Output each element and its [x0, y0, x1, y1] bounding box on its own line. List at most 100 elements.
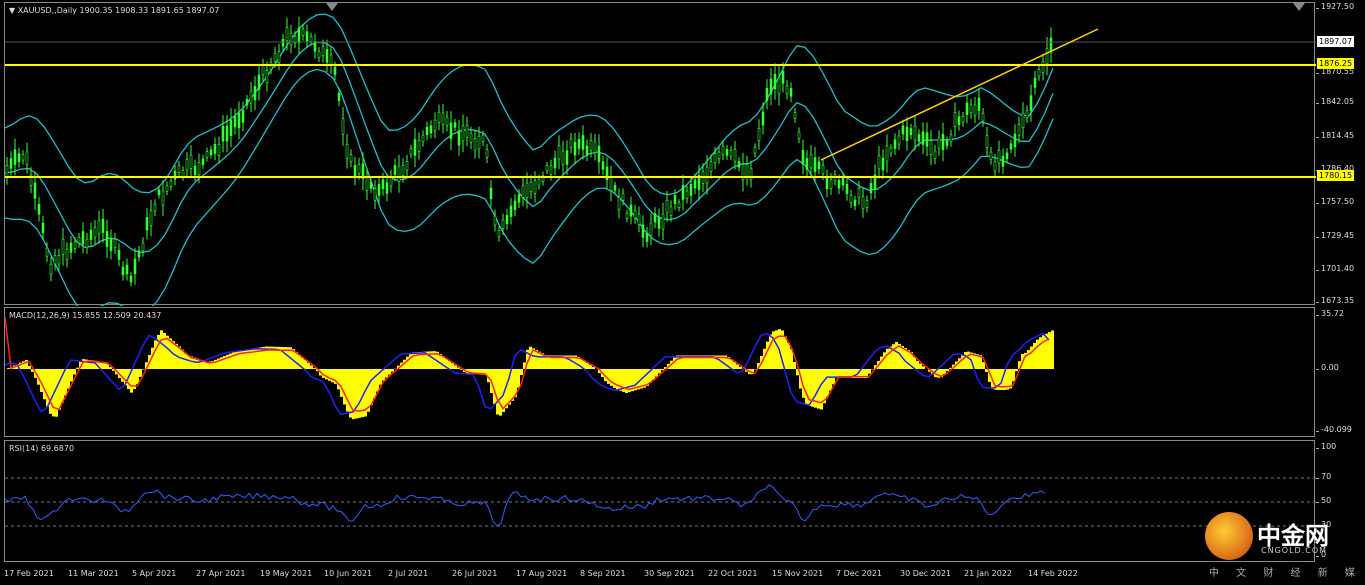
macd-histogram-bar [823, 369, 826, 404]
candle-body [665, 199, 669, 213]
candle-body [781, 71, 785, 84]
candle-body [725, 149, 729, 156]
macd-histogram-bar [769, 334, 772, 369]
candle-body [181, 170, 185, 177]
macd-histogram-bar [376, 369, 379, 392]
candle-body [865, 200, 869, 208]
macd-histogram-bar [922, 366, 925, 369]
candle-body [165, 185, 169, 192]
candle-body [637, 213, 641, 225]
candle-body [485, 149, 489, 158]
candle-body [777, 77, 781, 95]
macd-histogram-bar [889, 346, 892, 369]
price-chart-pane[interactable]: ▼ XAUUSD,,Daily 1900.35 1908.33 1891.65 … [4, 2, 1316, 306]
macd-histogram-bar [793, 362, 796, 369]
candle-body [169, 180, 173, 187]
candle-body [249, 90, 253, 104]
candle-body [993, 160, 997, 172]
candle-body [721, 146, 725, 155]
candle-body [989, 151, 993, 160]
candle-body [265, 70, 269, 84]
candle-body [621, 193, 625, 201]
macd-histogram-bar [961, 355, 964, 369]
macd-pane[interactable]: MACD(12,26,9) 15.855 12.509 20.437 [4, 307, 1315, 437]
candle-body [709, 161, 713, 172]
candle-body [977, 97, 981, 111]
candle-body [901, 125, 905, 135]
macd-histogram-bar [805, 369, 808, 405]
candle-body [441, 112, 445, 125]
candle-body [393, 165, 397, 175]
candle-body [85, 238, 89, 248]
candle-body [257, 74, 261, 90]
macd-histogram-bar [499, 369, 502, 416]
candle-body [673, 195, 677, 204]
candle-body [1041, 61, 1045, 73]
candle-body [889, 147, 893, 154]
candle-body [109, 238, 113, 251]
date-label: 15 Nov 2021 [772, 569, 824, 578]
candle-body [309, 36, 313, 42]
price-tick: 1673.35 [1315, 296, 1355, 305]
rsi-pane[interactable]: RSI(14) 69.6870 [4, 440, 1316, 562]
macd-histogram-bar [46, 369, 49, 407]
candle-body [693, 179, 697, 189]
price-tick: 1757.50 [1315, 197, 1355, 206]
candle-body [1005, 152, 1009, 160]
macd-histogram-bar [517, 369, 520, 388]
candle-body [861, 196, 865, 210]
macd-histogram-bar [349, 369, 352, 418]
candle-body [981, 113, 985, 122]
candle-body [557, 145, 561, 160]
candle-body [961, 116, 965, 123]
macd-histogram-bar [67, 369, 70, 389]
macd-histogram-bar [409, 353, 412, 369]
candle-body [101, 218, 105, 233]
candle-body [365, 177, 369, 191]
macd-histogram-bar [109, 367, 112, 369]
support-price-tag: 1780.15 [1317, 170, 1355, 181]
candle-body [601, 161, 605, 170]
candle-body [797, 131, 801, 139]
candle-body [381, 179, 385, 190]
macd-histogram-bar [451, 363, 454, 369]
candle-body [681, 185, 685, 200]
candle-body [497, 230, 501, 238]
candle-body [5, 165, 9, 177]
candle-body [389, 176, 393, 187]
date-label: 7 Dec 2021 [836, 569, 883, 578]
candle-body [973, 104, 977, 116]
candle-body [881, 157, 885, 171]
candle-body [493, 215, 497, 226]
uptrend-line[interactable] [820, 28, 1099, 161]
candle-body [533, 180, 537, 194]
macd-histogram-bar [868, 369, 871, 374]
rsi-tick: 100 [1315, 442, 1337, 451]
date-label: 8 Sep 2021 [580, 569, 626, 578]
candle-body [337, 92, 341, 101]
candle-body [933, 150, 937, 159]
candle-body [925, 132, 929, 147]
macd-histogram-bar [388, 369, 391, 375]
candle-body [577, 138, 581, 149]
candle-body [717, 151, 721, 160]
candle-body [545, 165, 549, 171]
macd-histogram-bar [736, 364, 739, 369]
macd-histogram-bar [295, 351, 298, 369]
macd-histogram-bar [883, 352, 886, 369]
candle-body [677, 202, 681, 209]
candle-body [161, 190, 165, 206]
macd-svg [5, 317, 1054, 420]
candle-body [825, 177, 829, 190]
macd-histogram-bar [370, 369, 373, 405]
macd-histogram-bar [661, 369, 664, 371]
macd-histogram-bar [520, 369, 523, 375]
macd-histogram-bar [784, 336, 787, 369]
candle-body [49, 263, 53, 275]
candle-body [845, 184, 849, 194]
candle-body [769, 78, 773, 95]
candle-body [573, 142, 577, 156]
candle-body [929, 140, 933, 155]
candle-body [945, 140, 949, 146]
macd-scale: 35.72 0.00 -40.099 [1316, 307, 1365, 437]
